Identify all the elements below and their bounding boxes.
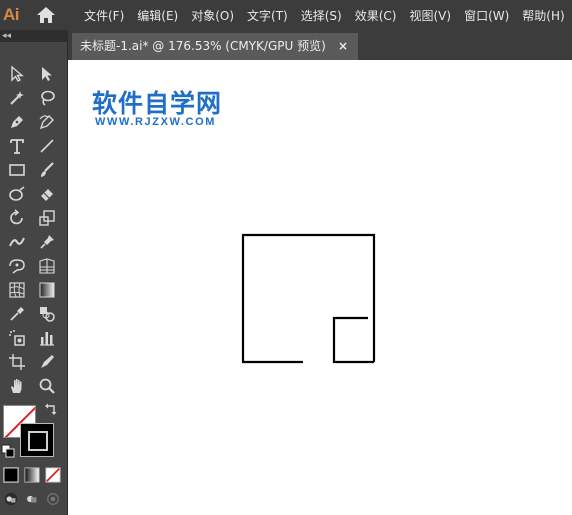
selection-tool-icon[interactable]	[6, 64, 28, 84]
hand-tool-icon[interactable]	[6, 376, 28, 396]
artboard-tool-icon[interactable]	[6, 352, 28, 372]
column-graph-tool-icon[interactable]	[36, 328, 58, 348]
document-tab-title: 未标题-1.ai* @ 176.53% (CMYK/GPU 预览)	[80, 39, 326, 53]
close-icon[interactable]: ×	[338, 33, 348, 60]
menu-bar: Ai 文件(F) 编辑(E) 对象(O) 文字(T) 选择(S) 效果(C) 视…	[0, 0, 572, 30]
pen-tool-icon[interactable]	[6, 112, 28, 132]
eraser-tool-icon[interactable]	[36, 184, 58, 204]
color-mode-button[interactable]	[2, 466, 20, 484]
direct-selection-tool-icon[interactable]	[36, 64, 58, 84]
line-segment-tool-icon[interactable]	[36, 136, 58, 156]
draw-inside-icon[interactable]	[44, 490, 62, 508]
type-tool-icon[interactable]	[6, 136, 28, 156]
document-tab-strip: 未标题-1.ai* @ 176.53% (CMYK/GPU 预览) ×	[68, 30, 572, 60]
menu-edit[interactable]: 编辑(E)	[137, 7, 178, 24]
magic-wand-tool-icon[interactable]	[6, 88, 28, 108]
menu-select[interactable]: 选择(S)	[301, 7, 342, 24]
gradient-mode-button[interactable]	[23, 466, 41, 484]
curvature-tool-icon[interactable]	[36, 112, 58, 132]
eyedropper-tool-icon[interactable]	[6, 304, 28, 324]
gradient-tool-icon[interactable]	[36, 280, 58, 300]
stroke-swatch[interactable]	[20, 423, 54, 457]
draw-normal-icon[interactable]	[2, 490, 20, 508]
menu-window[interactable]: 窗口(W)	[464, 7, 509, 24]
swap-fill-stroke-icon[interactable]	[44, 402, 58, 416]
none-mode-button[interactable]	[44, 466, 62, 484]
menu-type[interactable]: 文字(T)	[247, 7, 288, 24]
watermark-url: WWW.RJZXW.COM	[95, 116, 217, 128]
menu-file[interactable]: 文件(F)	[84, 7, 124, 24]
inner-square-path	[332, 316, 374, 364]
draw-behind-icon[interactable]	[23, 490, 41, 508]
puppet-warp-tool-icon[interactable]	[36, 232, 58, 252]
menu-view[interactable]: 视图(V)	[409, 7, 451, 24]
watermark-title: 软件自学网	[92, 89, 223, 118]
menu-object[interactable]: 对象(O)	[191, 7, 234, 24]
toolbar-collapse-button[interactable]: ◂◂	[0, 30, 68, 42]
artwork-paths[interactable]	[240, 232, 380, 372]
rectangle-tool-icon[interactable]	[6, 160, 28, 180]
shaper-tool-icon[interactable]	[6, 184, 28, 204]
default-fill-stroke-icon[interactable]	[1, 444, 15, 458]
paintbrush-tool-icon[interactable]	[36, 160, 58, 180]
rotate-tool-icon[interactable]	[6, 208, 28, 228]
lasso-tool-icon[interactable]	[36, 88, 58, 108]
mesh-tool-icon[interactable]	[6, 280, 28, 300]
zoom-tool-icon[interactable]	[36, 376, 58, 396]
menu-help[interactable]: 帮助(H)	[522, 7, 564, 24]
app-logo: Ai	[3, 5, 20, 24]
stroke-swatch-inner	[28, 431, 48, 451]
free-transform-tool-icon[interactable]	[6, 256, 28, 276]
scale-tool-icon[interactable]	[36, 208, 58, 228]
width-tool-icon[interactable]	[6, 232, 28, 252]
blend-tool-icon[interactable]	[36, 304, 58, 324]
slice-tool-icon[interactable]	[36, 352, 58, 372]
artboard-canvas[interactable]: 软件自学网 WWW.RJZXW.COM	[68, 60, 572, 515]
document-tab[interactable]: 未标题-1.ai* @ 176.53% (CMYK/GPU 预览) ×	[72, 33, 358, 60]
menu-effect[interactable]: 效果(C)	[355, 7, 397, 24]
main-menu: 文件(F) 编辑(E) 对象(O) 文字(T) 选择(S) 效果(C) 视图(V…	[84, 0, 572, 30]
home-icon[interactable]	[36, 6, 56, 24]
perspective-grid-tool-icon[interactable]	[36, 256, 58, 276]
symbol-sprayer-tool-icon[interactable]	[6, 328, 28, 348]
outer-open-square-path	[241, 233, 376, 364]
